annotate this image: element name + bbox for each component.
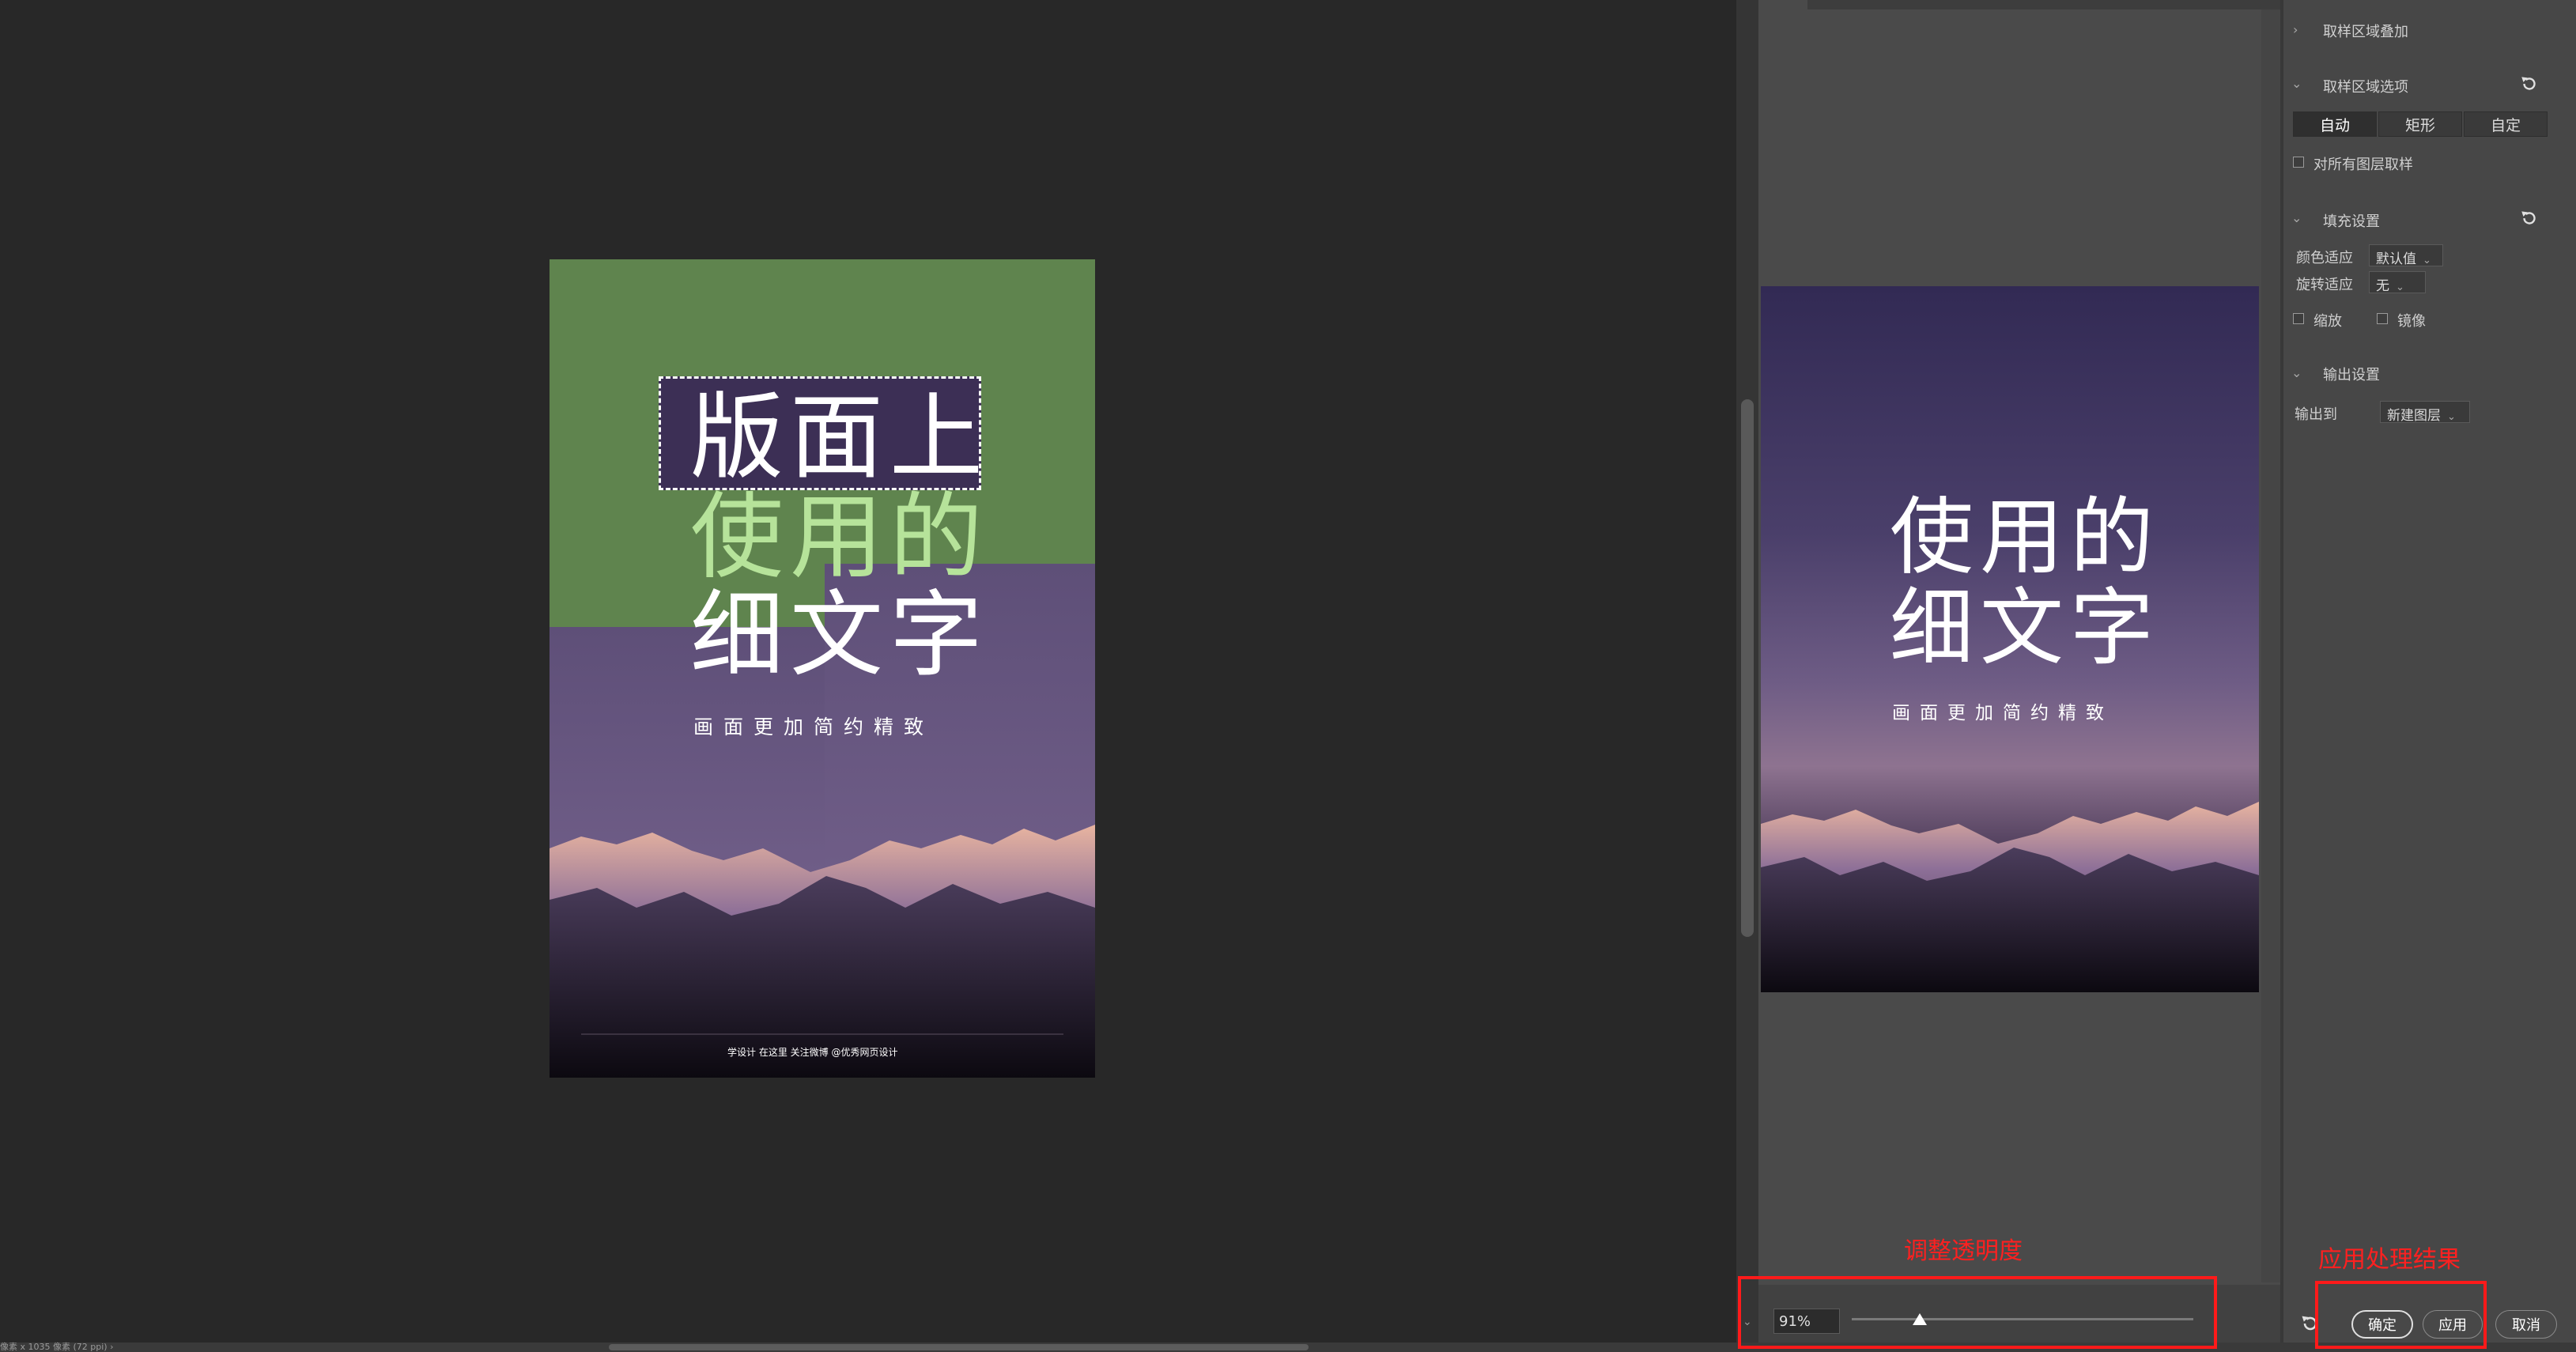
segment-auto[interactable]: 自动 [2293, 111, 2377, 137]
poster-headline-line1: 版面上 [690, 383, 990, 492]
poster-subtitle: 画面更加简约精致 [693, 716, 935, 738]
fill-preview-image: 使用的 细文字 画面更加简约精致 [1761, 286, 2259, 992]
chevron-right-icon[interactable]: › [2293, 22, 2298, 37]
annotation-label-opacity: 调整透明度 [1904, 1237, 2023, 1265]
poster-artwork[interactable]: 版面上 使用的 细文字 画面更加简约精致 学设计 在这里 关注微博 @优秀网页设… [550, 259, 1095, 1078]
annotation-box-opacity [1738, 1276, 2217, 1349]
reset-icon[interactable] [2519, 208, 2540, 228]
document-size-status[interactable]: 像素 x 1035 像素 (72 ppi) › [0, 1343, 113, 1352]
content-aware-fill-panel [2280, 0, 2576, 1343]
preview-headline-line1: 使用的 [1890, 489, 2160, 586]
chevron-down-icon[interactable]: ⌄ [2291, 210, 2302, 225]
mountain-silhouette [550, 825, 1095, 1078]
preview-subtitle: 画面更加简约精致 [1892, 703, 2113, 723]
annotation-box-apply [2315, 1281, 2487, 1349]
preview-mountain-silhouette [1761, 802, 2259, 992]
poster-headline-line2: 使用的 [690, 482, 990, 591]
color-adapt-label: 颜色适应 [2296, 250, 2353, 266]
section-fill-settings[interactable]: 填充设置 [2323, 210, 2380, 231]
segment-custom[interactable]: 自定 [2464, 111, 2548, 137]
section-output-settings[interactable]: 输出设置 [2323, 364, 2380, 384]
sample-all-layers-checkbox[interactable] [2293, 157, 2304, 168]
scale-label[interactable]: 缩放 [2313, 310, 2342, 330]
rotation-adapt-label: 旋转适应 [2296, 277, 2353, 293]
preview-top-scroll[interactable] [1807, 0, 2280, 9]
poster-footer: 学设计 在这里 关注微博 @优秀网页设计 [727, 1047, 898, 1058]
rotation-adapt-value: 无 [2376, 278, 2389, 294]
section-sampling-options[interactable]: 取样区域选项 [2323, 76, 2408, 96]
output-to-value: 新建图层 [2387, 408, 2441, 424]
chevron-down-icon[interactable]: ⌄ [2291, 365, 2302, 380]
output-to-label: 输出到 [2295, 406, 2337, 423]
horizontal-scroll-thumb[interactable] [609, 1344, 1309, 1350]
cancel-button[interactable]: 取消 [2495, 1310, 2557, 1339]
color-adapt-value: 默认值 [2376, 251, 2416, 267]
chevron-down-icon: ⌄ [2447, 411, 2456, 423]
chevron-down-icon: ⌄ [2423, 255, 2431, 266]
poster-headline-line3: 细文字 [690, 580, 990, 689]
sample-all-layers-label[interactable]: 对所有图层取样 [2313, 153, 2413, 174]
segment-rectangle[interactable]: 矩形 [2378, 111, 2462, 137]
section-sampling-overlay[interactable]: 取样区域叠加 [2323, 21, 2408, 41]
scale-checkbox[interactable] [2293, 313, 2304, 324]
chevron-down-icon[interactable]: ⌄ [2291, 76, 2302, 91]
reset-icon[interactable] [2519, 74, 2540, 94]
annotation-label-apply: 应用处理结果 [2318, 1246, 2461, 1274]
chevron-down-icon: ⌄ [2396, 281, 2404, 293]
preview-vertical-scrollbar[interactable] [2261, 9, 2280, 1282]
mirror-checkbox[interactable] [2377, 313, 2388, 324]
output-to-dropdown[interactable]: 新建图层 ⌄ [2380, 401, 2470, 424]
preview-headline-line2: 细文字 [1890, 580, 2160, 677]
rotation-adapt-dropdown[interactable]: 无 ⌄ [2369, 271, 2426, 294]
mirror-label[interactable]: 镜像 [2397, 310, 2426, 330]
color-adapt-dropdown[interactable]: 默认值 ⌄ [2369, 244, 2443, 267]
vertical-scroll-thumb[interactable] [1741, 399, 1754, 937]
